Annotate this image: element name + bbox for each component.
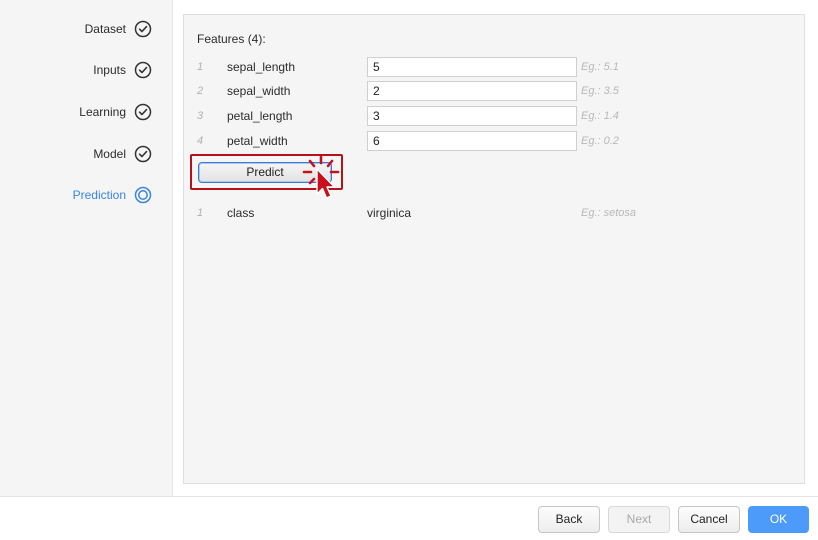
prediction-panel: Features (4): 1 sepal_length Eg.: 5.1 2 … (183, 14, 805, 484)
output-value: virginica (367, 206, 412, 220)
row-number: 1 (197, 61, 204, 73)
feature-value-input[interactable] (367, 57, 577, 77)
feature-name: petal_length (227, 109, 293, 123)
footer-divider (0, 496, 818, 497)
sidebar-divider (172, 0, 173, 496)
cancel-button[interactable]: Cancel (678, 506, 740, 533)
feature-name: sepal_length (227, 60, 296, 74)
row-number: 4 (197, 135, 204, 147)
feature-hint: Eg.: 1.4 (581, 110, 619, 122)
feature-hint: Eg.: 0.2 (581, 135, 619, 147)
step-dataset[interactable]: Dataset (85, 18, 152, 40)
row-number: 3 (197, 110, 204, 122)
step-label: Inputs (93, 63, 126, 77)
feature-row: 2 sepal_width Eg.: 3.5 (184, 81, 804, 103)
row-number: 2 (197, 85, 204, 97)
row-number: 1 (197, 207, 204, 219)
step-prediction[interactable]: Prediction (73, 184, 152, 206)
back-button[interactable]: Back (538, 506, 600, 533)
active-step-ring-icon (134, 186, 152, 204)
check-circle-icon (134, 20, 152, 38)
output-name: class (227, 206, 255, 220)
step-label: Dataset (84, 22, 126, 36)
feature-value-input[interactable] (367, 81, 577, 101)
step-label: Learning (79, 105, 126, 119)
step-inputs[interactable]: Inputs (93, 59, 152, 81)
feature-row: 1 sepal_length Eg.: 5.1 (184, 57, 804, 79)
feature-row: 3 petal_length Eg.: 1.4 (184, 106, 804, 128)
features-title: Features (4): (197, 32, 266, 46)
check-circle-icon (134, 61, 152, 79)
step-label: Model (93, 147, 126, 161)
next-button[interactable]: Next (608, 506, 670, 533)
feature-hint: Eg.: 3.5 (581, 85, 619, 97)
feature-value-input[interactable] (367, 106, 577, 126)
check-circle-icon (134, 145, 152, 163)
feature-name: sepal_width (227, 84, 291, 98)
step-model[interactable]: Model (93, 143, 152, 165)
feature-name: petal_width (227, 134, 288, 148)
ok-button[interactable]: OK (748, 506, 809, 533)
feature-row: 4 petal_width Eg.: 0.2 (184, 131, 804, 153)
feature-value-input[interactable] (367, 131, 577, 151)
step-label: Prediction (72, 188, 126, 202)
feature-hint: Eg.: 5.1 (581, 61, 619, 73)
check-circle-icon (134, 103, 152, 121)
step-learning[interactable]: Learning (79, 101, 152, 123)
wizard-sidebar: Dataset Inputs Learning Model Prediction (0, 0, 172, 496)
click-cursor-icon (302, 156, 340, 199)
output-hint: Eg.: setosa (581, 207, 637, 219)
output-row: 1 class virginica Eg.: setosa (184, 203, 804, 225)
